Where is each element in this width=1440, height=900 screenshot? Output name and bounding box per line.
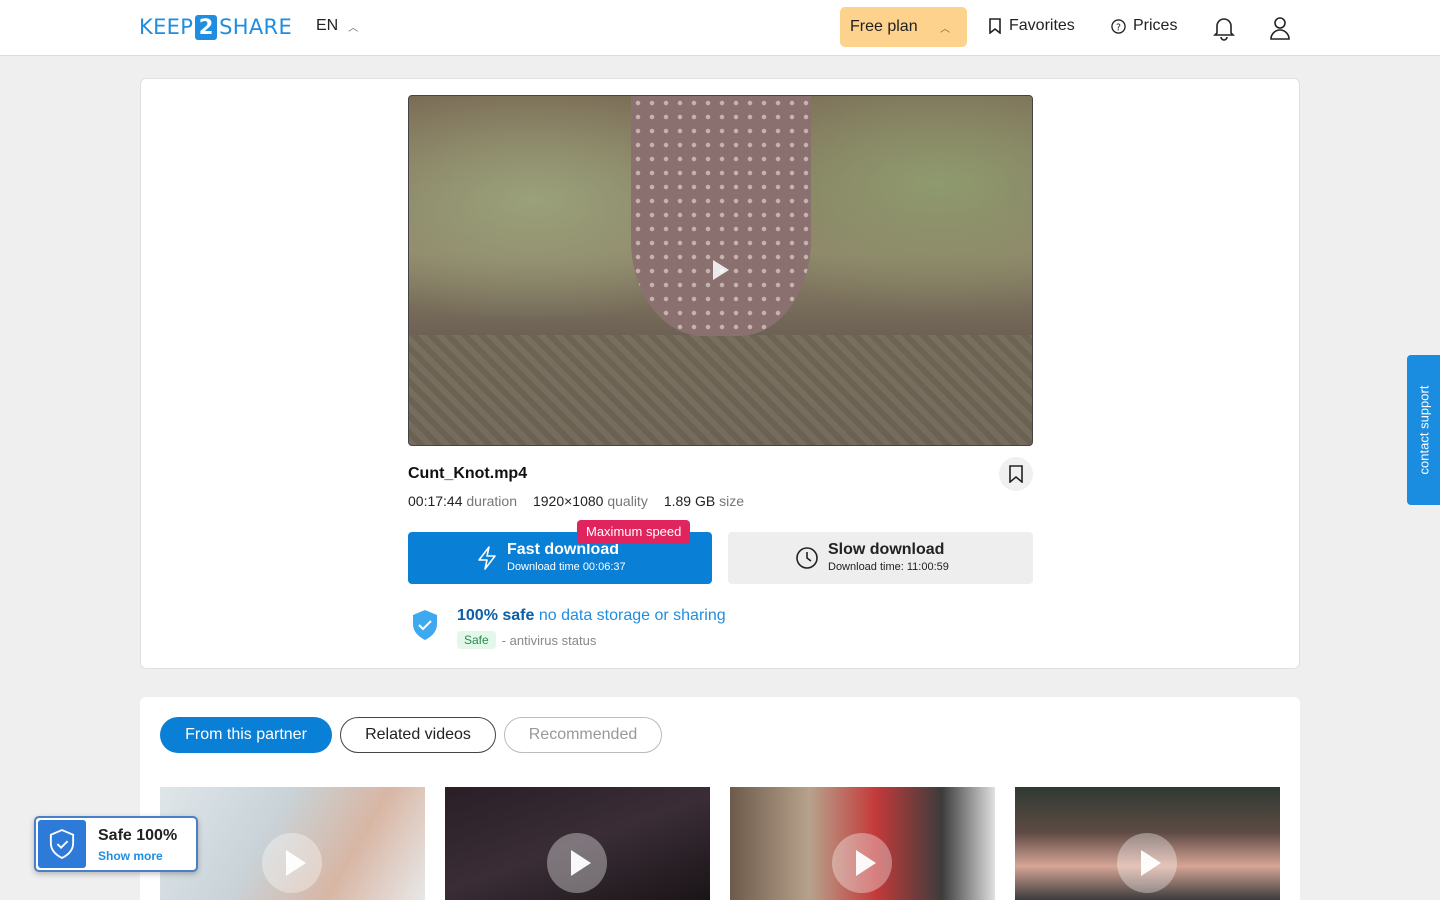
video-floor <box>409 335 1032 445</box>
video-thumb-card[interactable] <box>445 787 710 900</box>
favorites-label: Favorites <box>1009 17 1075 34</box>
size-label: size <box>719 493 744 509</box>
size-value: 1.89 GB <box>663 493 716 509</box>
language-selector[interactable]: EN ︿ <box>316 17 358 35</box>
quality-label: quality <box>607 493 648 509</box>
prices-link[interactable]: ? Prices <box>1111 17 1177 35</box>
tab-related-videos[interactable]: Related videos <box>340 717 496 753</box>
slow-download-time: Download time: 11:00:59 <box>828 561 949 573</box>
logo-share: SHARE <box>219 15 293 39</box>
contact-support-tab[interactable]: contact support <box>1407 355 1440 505</box>
play-icon[interactable] <box>713 260 729 280</box>
logo-two: 2 <box>195 14 218 40</box>
tab-from-partner[interactable]: From this partner <box>160 717 332 753</box>
bookmark-button[interactable] <box>999 457 1033 491</box>
user-icon[interactable] <box>1268 15 1292 41</box>
meta-quality: 1920×1080 quality <box>533 493 648 509</box>
fast-download-time: Download time 00:06:37 <box>507 561 626 573</box>
logo[interactable]: KEEP 2 SHARE <box>139 14 292 40</box>
safe-widget[interactable]: Safe 100% Show more <box>34 816 198 872</box>
video-thumb-card[interactable] <box>160 787 425 900</box>
contact-support-label: contact support <box>1416 385 1431 475</box>
antivirus-status-text: - antivirus status <box>501 632 597 648</box>
meta-duration: 00:17:44 duration <box>408 493 517 509</box>
antivirus-line: Safe - antivirus status <box>457 631 596 649</box>
plan-dropdown[interactable]: Free plan ︿ <box>840 7 967 47</box>
max-speed-badge: Maximum speed <box>577 520 691 544</box>
videos-section: From this partner Related videos Recomme… <box>140 697 1300 900</box>
bell-icon[interactable] <box>1212 15 1236 41</box>
favorites-link[interactable]: Favorites <box>988 17 1075 35</box>
bookmark-icon <box>1009 465 1023 483</box>
prices-label: Prices <box>1133 17 1178 34</box>
play-icon[interactable] <box>547 833 607 893</box>
play-icon[interactable] <box>832 833 892 893</box>
top-header: KEEP 2 SHARE EN ︿ Free plan ︿ Favorites ? … <box>0 0 1440 56</box>
plan-label: Free plan <box>850 18 918 35</box>
slow-download-button[interactable]: Slow download Download time: 11:00:59 <box>728 532 1033 584</box>
quality-value: 1920×1080 <box>532 493 604 509</box>
chevron-up-icon: ︿ <box>348 22 359 34</box>
shield-check-icon <box>38 820 86 868</box>
antivirus-status-pill: Safe <box>457 631 496 649</box>
video-player[interactable] <box>408 95 1033 446</box>
logo-keep: KEEP <box>139 15 194 39</box>
duration-label: duration <box>466 493 517 509</box>
slow-download-title: Slow download <box>828 541 945 558</box>
safety-strong: 100% safe <box>457 607 535 624</box>
duration-value: 00:17:44 <box>408 493 463 509</box>
video-thumb-card[interactable] <box>730 787 995 900</box>
play-icon[interactable] <box>1117 833 1177 893</box>
clock-icon <box>796 547 818 569</box>
safe-widget-title: Safe 100% <box>98 827 178 844</box>
language-label: EN <box>316 17 339 34</box>
bookmark-icon <box>989 18 1001 34</box>
file-name: Cunt_Knot.mp4 <box>408 465 528 482</box>
meta-size: 1.89 GB size <box>664 493 744 509</box>
chevron-up-icon: ︿ <box>940 24 950 35</box>
video-subject <box>631 96 811 336</box>
file-card: Cunt_Knot.mp4 00:17:44 duration 1920×108… <box>140 78 1300 669</box>
file-meta: 00:17:44 duration 1920×1080 quality 1.89… <box>408 493 744 509</box>
safe-widget-more-link[interactable]: Show more <box>98 849 163 863</box>
svg-text:?: ? <box>1116 22 1121 33</box>
safety-weak[interactable]: no data storage or sharing <box>539 607 726 624</box>
safety-line: 100% safe no data storage or sharing <box>457 607 726 625</box>
help-circle-icon: ? <box>1111 18 1126 34</box>
tab-recommended[interactable]: Recommended <box>504 717 662 753</box>
video-thumb-card[interactable] <box>1015 787 1280 900</box>
play-icon[interactable] <box>262 833 322 893</box>
shield-check-icon <box>413 610 437 640</box>
lightning-icon <box>478 546 496 570</box>
